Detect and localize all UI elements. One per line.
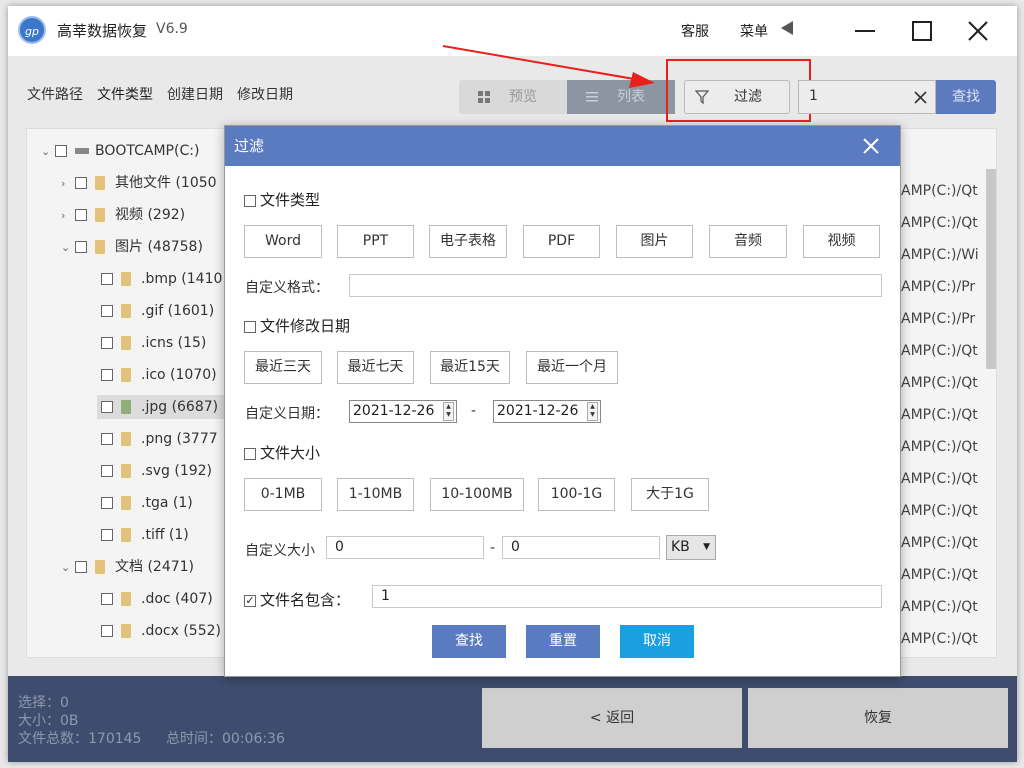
file-size-checkbox[interactable] (244, 447, 256, 460)
type-spreadsheet-button[interactable]: 电子表格 (429, 225, 507, 258)
type-pdf-button[interactable]: PDF (523, 225, 600, 258)
last-7-days-button[interactable]: 最近七天 (337, 351, 414, 384)
date-spinner-icon[interactable]: ▲ ▼ (443, 402, 454, 421)
custom-date-label: 自定义日期： (245, 406, 329, 422)
type-audio-button[interactable]: 音频 (709, 225, 787, 258)
start-date-value: 2021-12-26 (353, 403, 435, 419)
size-10-100mb-button[interactable]: 10-100MB (430, 478, 524, 511)
custom-size-label: 自定义大小 (245, 543, 315, 559)
date-separator: - (471, 403, 477, 419)
size-1-10mb-button[interactable]: 1-10MB (337, 478, 414, 511)
file-size-section[interactable]: 文件大小 (244, 442, 320, 463)
dialog-reset-button[interactable]: 重置 (526, 625, 600, 658)
type-video-button[interactable]: 视频 (803, 225, 880, 258)
size-separator: - (490, 540, 496, 556)
filename-input[interactable]: 1 (372, 585, 882, 608)
size-100-1g-button[interactable]: 100-1G (538, 478, 615, 511)
end-date-value: 2021-12-26 (497, 403, 579, 419)
date-spinner-icon[interactable]: ▲ ▼ (587, 402, 598, 421)
file-type-section[interactable]: 文件类型 (244, 189, 320, 210)
custom-format-label: 自定义格式： (245, 280, 329, 296)
close-icon[interactable] (860, 135, 882, 157)
size-over-1g-button[interactable]: 大于1G (631, 478, 709, 511)
dialog-search-button[interactable]: 查找 (432, 625, 506, 658)
modified-date-section[interactable]: 文件修改日期 (244, 315, 350, 336)
modified-date-checkbox[interactable] (244, 320, 256, 333)
size-0-1mb-button[interactable]: 0-1MB (244, 478, 322, 511)
end-date-picker[interactable]: 2021-12-26 ▲ ▼ (493, 400, 601, 423)
dialog-header: 过滤 (225, 126, 900, 166)
file-type-checkbox[interactable] (244, 194, 256, 207)
min-size-input[interactable]: 0 (326, 536, 484, 559)
type-word-button[interactable]: Word (244, 225, 322, 258)
modified-date-label: 文件修改日期 (260, 317, 351, 335)
dropdown-arrow-icon: ▼ (703, 542, 710, 552)
filename-label: 文件名包含： (260, 591, 351, 609)
dialog-cancel-button[interactable]: 取消 (620, 625, 694, 658)
type-image-button[interactable]: 图片 (616, 225, 693, 258)
size-unit-select[interactable]: KB ▼ (666, 535, 716, 560)
type-ppt-button[interactable]: PPT (337, 225, 414, 258)
last-month-button[interactable]: 最近一个月 (526, 351, 618, 384)
filename-checkbox-checked[interactable]: ✓ (244, 594, 256, 607)
last-3-days-button[interactable]: 最近三天 (244, 351, 322, 384)
filename-section[interactable]: ✓ 文件名包含： (244, 589, 350, 610)
file-size-label: 文件大小 (260, 444, 321, 462)
max-size-input[interactable]: 0 (502, 536, 660, 559)
last-15-days-button[interactable]: 最近15天 (430, 351, 510, 384)
filter-dialog: 过滤 文件类型 Word PPT 电子表格 PDF 图片 音频 视频 自定义格式… (224, 125, 901, 677)
dialog-title: 过滤 (234, 137, 265, 155)
file-type-label: 文件类型 (260, 191, 321, 209)
start-date-picker[interactable]: 2021-12-26 ▲ ▼ (349, 400, 457, 423)
custom-format-input[interactable] (349, 274, 882, 297)
size-unit-value: KB (671, 539, 690, 555)
